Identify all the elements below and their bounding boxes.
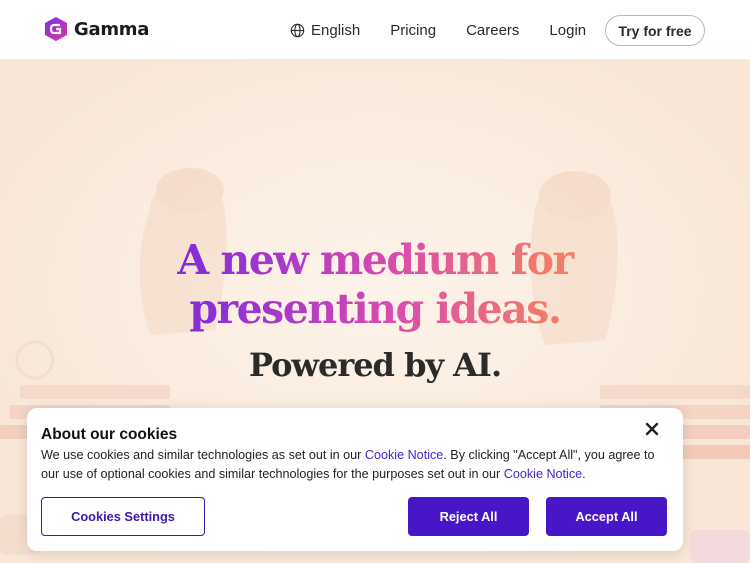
cookie-text-part-3: . xyxy=(582,467,586,481)
language-label: English xyxy=(311,21,361,39)
globe-icon xyxy=(290,23,305,37)
brand-logo[interactable]: Gamma xyxy=(44,16,149,42)
close-icon[interactable] xyxy=(644,421,660,437)
cookie-notice-link-2[interactable]: Cookie Notice xyxy=(504,467,582,481)
hero-title-line-2: presenting ideas. xyxy=(189,285,561,333)
cookie-text-part-1: We use cookies and similar technologies … xyxy=(41,448,365,462)
cookies-settings-button[interactable]: Cookies Settings xyxy=(41,497,205,536)
cookie-notice-link-1[interactable]: Cookie Notice xyxy=(365,448,443,462)
hero-subtitle: Powered by AI. xyxy=(248,346,502,384)
try-for-free-button[interactable]: Try for free xyxy=(605,15,705,46)
nav-link-pricing[interactable]: Pricing xyxy=(390,22,436,39)
cookie-banner-description: We use cookies and similar technologies … xyxy=(41,446,671,484)
cookie-consent-banner: About our cookies We use cookies and sim… xyxy=(27,408,683,551)
brand-name: Gamma xyxy=(74,18,150,40)
top-navigation-bar: Gamma English Pricing Careers Login Try … xyxy=(0,0,750,60)
nav-link-login[interactable]: Login xyxy=(549,22,586,39)
reject-all-button[interactable]: Reject All xyxy=(408,497,529,536)
hero-title: A new medium for presenting ideas. xyxy=(0,236,750,334)
gamma-logo-icon xyxy=(45,17,67,41)
language-selector[interactable]: English xyxy=(290,22,360,39)
nav-link-careers[interactable]: Careers xyxy=(466,22,519,39)
cookie-banner-title: About our cookies xyxy=(41,426,178,443)
hero-title-line-1: A new medium for xyxy=(177,236,573,284)
accept-all-button[interactable]: Accept All xyxy=(546,497,667,536)
main-nav: English Pricing Careers Login xyxy=(290,0,586,60)
